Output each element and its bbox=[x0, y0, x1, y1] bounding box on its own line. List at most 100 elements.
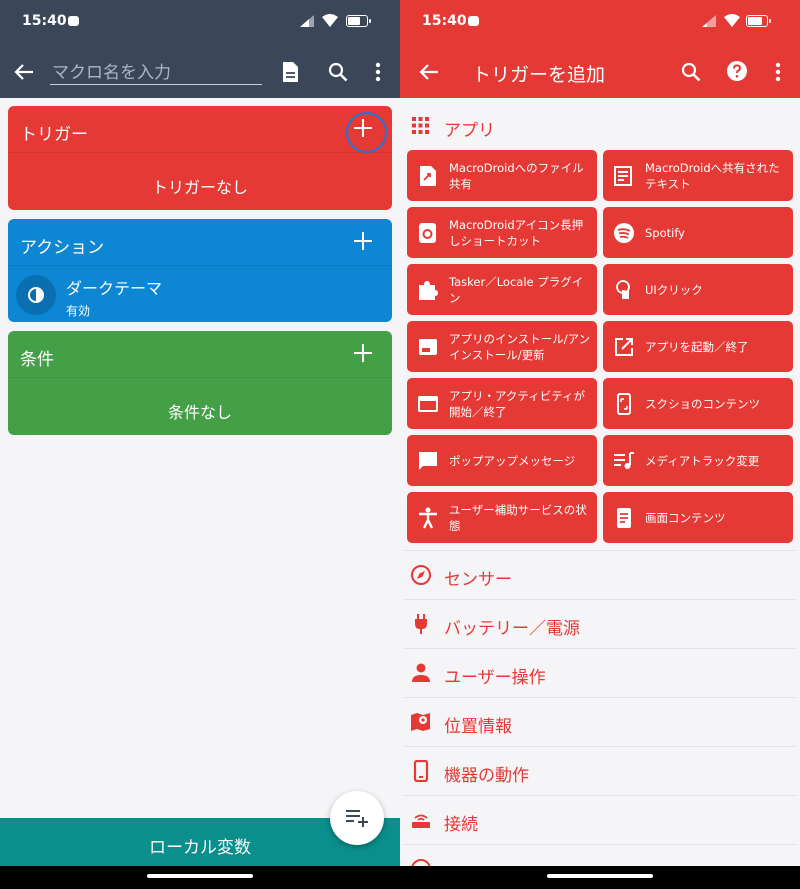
trigger-tile-label: アプリのインストール/アンインストール/更新 bbox=[449, 331, 591, 362]
map-pin-icon bbox=[411, 713, 430, 731]
app-install-icon bbox=[419, 339, 437, 355]
category-label: 接続 bbox=[444, 815, 478, 835]
puzzle-icon bbox=[419, 281, 438, 300]
trigger-tile-label: Spotify bbox=[645, 225, 685, 240]
trigger-tile-label: メディアトラック変更 bbox=[645, 453, 760, 468]
trigger-tile-screenshot-content[interactable]: スクショのコンテンツ bbox=[603, 378, 793, 429]
category-label: センサー bbox=[444, 570, 512, 590]
trigger-tile-popup-message[interactable]: ポップアップメッセージ bbox=[407, 435, 597, 486]
spotify-icon bbox=[614, 223, 634, 243]
category-location[interactable]: 位置情報 bbox=[404, 697, 796, 746]
trigger-tile-accessibility-service[interactable]: ユーザー補助サービスの状態 bbox=[407, 492, 597, 543]
action-item-name[interactable]: ダークテーマ bbox=[66, 275, 162, 299]
trigger-tile-activity-start-end[interactable]: アプリ・アクティビティが開始／終了 bbox=[407, 378, 597, 429]
wifi-icon bbox=[724, 14, 740, 27]
grid-icon bbox=[412, 117, 429, 134]
window-icon bbox=[418, 396, 438, 412]
status-bar: 15:40 bbox=[0, 0, 400, 44]
signal-icon bbox=[300, 15, 314, 27]
category-device-events[interactable]: 機器の動作 bbox=[404, 746, 796, 795]
notification-icon bbox=[68, 16, 79, 26]
trigger-tile-app-install[interactable]: アプリのインストール/アンインストール/更新 bbox=[407, 321, 597, 372]
status-time: 15:40 bbox=[22, 13, 67, 29]
add-condition-button[interactable] bbox=[354, 344, 372, 362]
back-arrow-icon[interactable] bbox=[13, 62, 35, 82]
macro-name-input[interactable]: マクロ名を入力 bbox=[50, 58, 262, 85]
more-options-icon[interactable] bbox=[374, 62, 382, 82]
trigger-tile-label: UIクリック bbox=[645, 282, 703, 297]
page-title: トリガーを追加 bbox=[472, 64, 606, 86]
category-apps-label: アプリ bbox=[444, 121, 495, 141]
trigger-tile-launch-close-app[interactable]: アプリを起動／終了 bbox=[603, 321, 793, 372]
trigger-card: トリガー トリガーなし bbox=[8, 106, 392, 210]
help-icon[interactable] bbox=[726, 60, 748, 82]
trigger-tile-label: Tasker／Locale プラグイン bbox=[449, 274, 584, 305]
touch-icon bbox=[616, 280, 630, 299]
screenshot-icon bbox=[617, 393, 631, 415]
file-share-icon bbox=[420, 166, 436, 186]
trigger-card-header: トリガー bbox=[8, 106, 392, 153]
action-card-header: アクション bbox=[8, 219, 392, 266]
add-action-button[interactable] bbox=[354, 232, 372, 250]
wifi-icon bbox=[322, 14, 338, 27]
router-icon bbox=[412, 814, 430, 828]
search-icon[interactable] bbox=[328, 62, 348, 82]
category-label: バッテリー／電源 bbox=[444, 619, 580, 639]
action-card: アクション ダークテーマ 有効 bbox=[8, 219, 392, 322]
status-bar: 15:40 bbox=[400, 0, 800, 44]
phone-icon bbox=[413, 760, 429, 782]
action-item-status: 有効 bbox=[66, 304, 91, 318]
condition-card-title: 条件 bbox=[20, 350, 54, 370]
trigger-tile-label: アプリ・アクティビティが開始／終了 bbox=[449, 388, 586, 419]
highlight-circle bbox=[346, 112, 387, 153]
trigger-tile-shared-text[interactable]: MacroDroidへ共有されたテキスト bbox=[603, 150, 793, 201]
category-label: 位置情報 bbox=[444, 717, 512, 737]
more-options-icon[interactable] bbox=[774, 62, 782, 82]
document-icon[interactable] bbox=[281, 61, 299, 83]
back-arrow-icon[interactable] bbox=[418, 62, 440, 82]
trigger-tile-screen-content[interactable]: 画面コンテンツ bbox=[603, 492, 793, 543]
category-apps[interactable]: アプリ bbox=[400, 106, 800, 146]
trigger-tile-spotify[interactable]: Spotify bbox=[603, 207, 793, 258]
add-fab-button[interactable] bbox=[330, 791, 384, 845]
trigger-tile-label: スクショのコンテンツ bbox=[645, 396, 760, 411]
trigger-tile-file-share[interactable]: MacroDroidへのファイル共有 bbox=[407, 150, 597, 201]
status-time: 15:40 bbox=[422, 13, 467, 29]
action-card-title: アクション bbox=[20, 238, 105, 258]
condition-card: 条件 条件なし bbox=[8, 331, 392, 435]
signal-icon bbox=[702, 15, 716, 27]
trigger-tile-label: MacroDroidへのファイル共有 bbox=[449, 160, 584, 191]
trigger-tile-label: アプリを起動／終了 bbox=[645, 339, 749, 354]
no-triggers-text: トリガーなし bbox=[151, 178, 248, 197]
trigger-tile-media-track-change[interactable]: メディアトラック変更 bbox=[603, 435, 793, 486]
playlist-icon bbox=[614, 452, 634, 469]
shared-text-icon bbox=[614, 166, 632, 186]
home-gesture-handle[interactable] bbox=[547, 874, 653, 878]
search-icon[interactable] bbox=[681, 62, 701, 82]
compass-icon bbox=[411, 565, 431, 585]
contrast-icon bbox=[16, 275, 56, 315]
trigger-tile-long-press[interactable]: MacroDroidアイコン長押しショートカット bbox=[407, 207, 597, 258]
screen-content-icon bbox=[617, 508, 631, 528]
category-label: ユーザー操作 bbox=[444, 668, 546, 688]
category-user-input[interactable]: ユーザー操作 bbox=[404, 648, 796, 697]
no-conditions-text: 条件なし bbox=[167, 403, 232, 422]
trigger-tile-label: ユーザー補助サービスの状態 bbox=[449, 502, 587, 533]
trigger-tile-label: MacroDroidへ共有されたテキスト bbox=[645, 160, 780, 191]
trigger-tile-tasker-plugin[interactable]: Tasker／Locale プラグイン bbox=[407, 264, 597, 315]
system-nav-bar bbox=[0, 866, 800, 889]
add-trigger-screen: 15:40 トリガーを追加 アプリ MacroDroidへのファイル共有 Mac… bbox=[400, 0, 800, 866]
message-icon bbox=[419, 452, 437, 470]
condition-card-header: 条件 bbox=[8, 331, 392, 378]
battery-icon bbox=[746, 15, 771, 27]
playlist-add-icon bbox=[346, 810, 368, 827]
trigger-card-title: トリガー bbox=[20, 125, 88, 145]
category-connectivity[interactable]: 接続 bbox=[404, 795, 796, 844]
trigger-tile-ui-click[interactable]: UIクリック bbox=[603, 264, 793, 315]
category-battery-power[interactable]: バッテリー／電源 bbox=[404, 599, 796, 648]
long-press-icon bbox=[419, 223, 436, 243]
category-next-partial[interactable] bbox=[404, 844, 796, 866]
home-gesture-handle[interactable] bbox=[147, 874, 253, 878]
accessibility-icon bbox=[419, 507, 437, 529]
category-sensors[interactable]: センサー bbox=[404, 550, 796, 599]
